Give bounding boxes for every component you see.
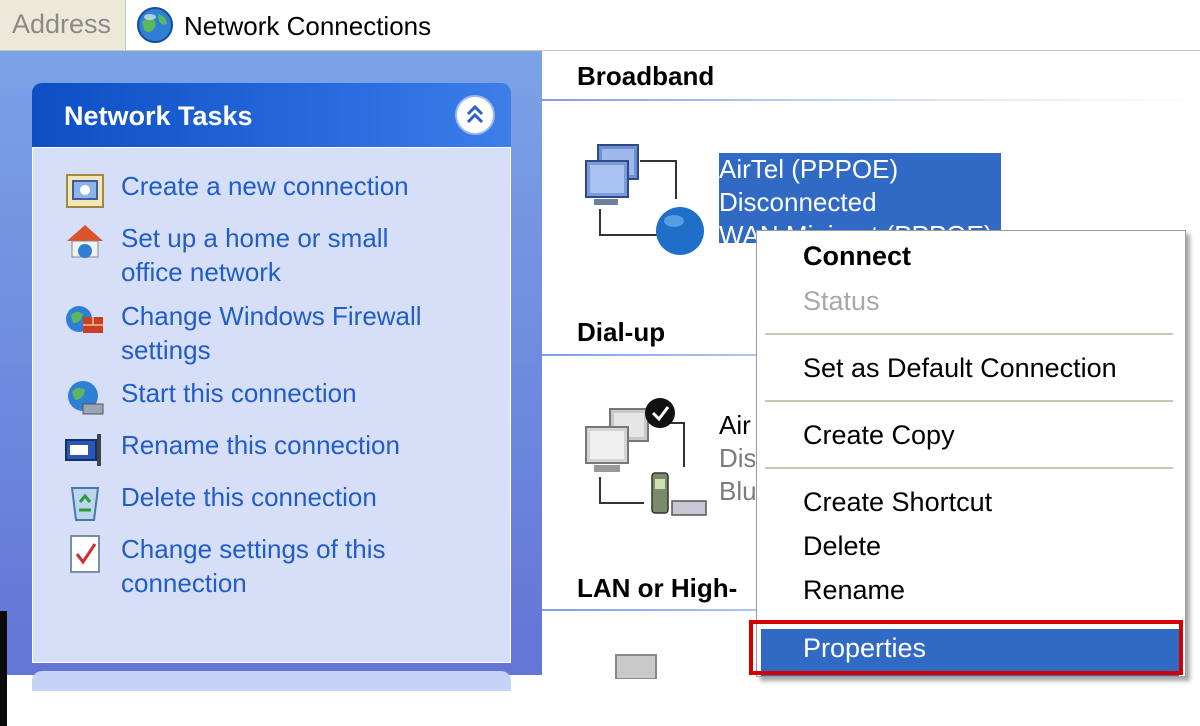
address-field[interactable]: Network Connections	[184, 0, 431, 50]
dialup-connection-label[interactable]: Air Dis Blu	[719, 409, 755, 508]
collapse-button[interactable]	[455, 95, 495, 135]
address-label: Address	[0, 0, 126, 50]
group-header-broadband: Broadband	[577, 61, 715, 91]
menu-item-create-copy[interactable]: Create Copy	[803, 420, 955, 451]
home-network-icon	[67, 225, 103, 258]
connection-name: Air	[719, 410, 751, 440]
group-header-dialup: Dial-up	[577, 317, 666, 347]
task-change-firewall-settings[interactable]: Change Windows Firewall settings	[63, 299, 451, 367]
task-label: Change settings of this connection	[121, 534, 386, 598]
network-tasks-box: Network Tasks Create a new connection Se…	[32, 83, 511, 681]
menu-item-delete[interactable]: Delete	[803, 531, 881, 562]
menu-item-connect[interactable]: Connect	[803, 241, 911, 272]
task-setup-home-network[interactable]: Set up a home or small office network	[63, 221, 451, 289]
task-create-new-connection[interactable]: Create a new connection	[63, 169, 451, 213]
group-header-lan: LAN or High-	[577, 573, 738, 603]
menu-separator	[765, 467, 1173, 469]
task-pane: Network Tasks Create a new connection Se…	[0, 51, 542, 726]
menu-separator	[765, 333, 1173, 335]
task-delete-connection[interactable]: Delete this connection	[63, 480, 451, 524]
task-label: Change Windows Firewall settings	[121, 301, 422, 365]
menu-item-set-default[interactable]: Set as Default Connection	[803, 353, 1117, 384]
menu-item-rename[interactable]: Rename	[803, 575, 905, 606]
double-chevron-up-icon	[466, 104, 484, 124]
new-connection-wizard-icon	[66, 174, 104, 208]
task-label: Rename this connection	[121, 430, 400, 460]
connection-status: Disconnected	[719, 186, 1001, 219]
broadband-connection-icon[interactable]	[580, 139, 710, 259]
connection-device: Blu	[719, 476, 755, 506]
network-tasks-list: Create a new connection Set up a home or…	[32, 147, 511, 663]
properties-annotation-box	[749, 620, 1183, 675]
settings-document-icon	[70, 535, 100, 573]
dialup-connection-icon[interactable]	[580, 397, 720, 527]
menu-item-create-shortcut[interactable]: Create Shortcut	[803, 487, 992, 518]
task-label: Start this connection	[121, 378, 357, 408]
connection-status: Dis	[719, 443, 755, 473]
menu-separator	[765, 400, 1173, 402]
task-label: Delete this connection	[121, 482, 377, 512]
recycle-bin-icon	[70, 487, 100, 521]
task-label: Create a new connection	[121, 171, 409, 201]
connection-name: AirTel (PPPOE)	[719, 153, 1001, 186]
menu-item-status: Status	[803, 286, 880, 316]
firewall-icon	[66, 306, 103, 333]
group-divider	[542, 99, 1200, 101]
network-globe-icon	[137, 7, 173, 43]
rename-icon	[65, 434, 101, 466]
network-tasks-header[interactable]: Network Tasks	[32, 83, 511, 147]
globe-connection-icon	[68, 381, 104, 415]
task-rename-connection[interactable]: Rename this connection	[63, 428, 451, 472]
context-menu: Connect Status Set as Default Connection…	[756, 230, 1186, 677]
task-label: Set up a home or small office network	[121, 223, 389, 287]
task-change-connection-settings[interactable]: Change settings of this connection	[63, 532, 451, 600]
other-places-box[interactable]	[32, 671, 511, 691]
network-tasks-title: Network Tasks	[64, 101, 253, 131]
window-edge	[0, 611, 7, 726]
address-bar: Address Network Connections	[0, 0, 1200, 51]
task-start-connection[interactable]: Start this connection	[63, 376, 451, 420]
